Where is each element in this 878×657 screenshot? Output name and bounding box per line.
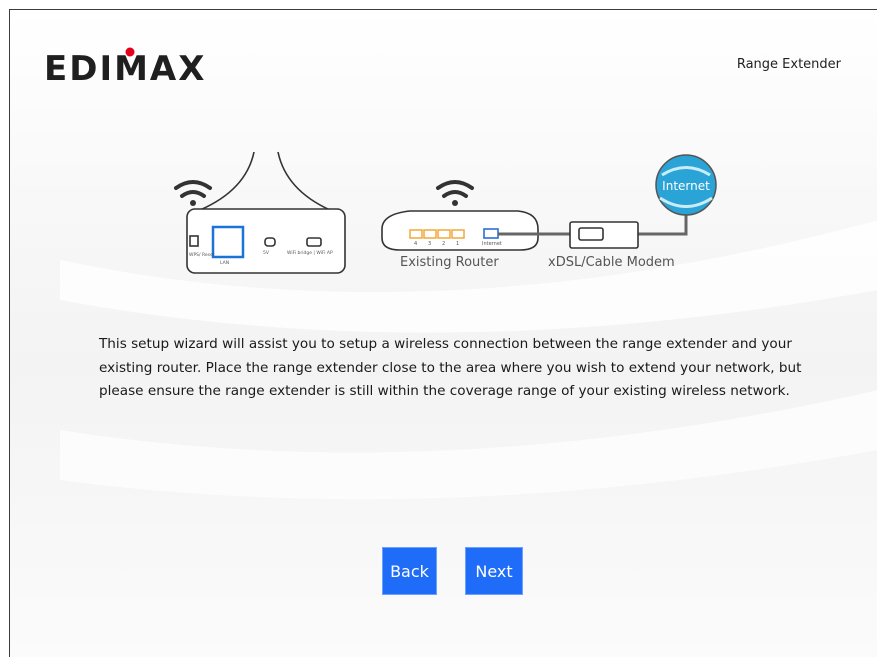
svg-text:4: 4 <box>414 241 417 247</box>
svg-text:EDIMAX: EDIMAX <box>44 49 206 86</box>
back-button[interactable]: Back <box>382 547 437 595</box>
wizard-intro-text: This setup wizard will assist you to set… <box>99 336 802 399</box>
existing-router-label: Existing Router <box>400 255 499 270</box>
svg-text:WiFi bridge | WiFi AP: WiFi bridge | WiFi AP <box>287 250 333 256</box>
svg-text:Internet: Internet <box>662 179 710 193</box>
svg-text:3: 3 <box>428 241 431 247</box>
svg-text:2: 2 <box>442 241 445 247</box>
internet-globe: Internet <box>655 154 717 216</box>
svg-text:Internet: Internet <box>482 241 502 247</box>
svg-text:1: 1 <box>456 241 459 247</box>
product-name: Range Extender <box>736 57 841 72</box>
router-wifi-icon <box>436 180 474 206</box>
setup-wizard-frame: EDIMAX Range Extender WPS/ Reset LAN 5V … <box>9 9 877 657</box>
svg-text:LAN: LAN <box>220 260 229 266</box>
existing-router-device <box>381 210 539 251</box>
edimax-logo: EDIMAX <box>44 47 206 86</box>
modem-device <box>569 221 639 249</box>
network-diagram: WPS/ Reset LAN 5V WiFi bridge | WiFi AP … <box>174 151 717 274</box>
next-button[interactable]: Next <box>465 547 523 595</box>
svg-text:5V: 5V <box>263 250 270 256</box>
extender-wifi-icon <box>174 180 212 206</box>
modem-label: xDSL/Cable Modem <box>548 255 675 270</box>
svg-text:WPS/ Reset: WPS/ Reset <box>189 252 215 258</box>
